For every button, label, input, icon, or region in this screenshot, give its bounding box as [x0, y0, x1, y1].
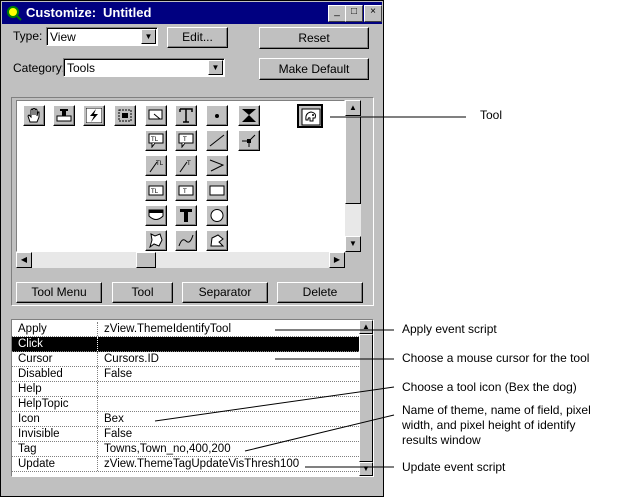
- callout-tag-line3: results window: [402, 433, 481, 447]
- callout-update: Update event script: [402, 460, 506, 474]
- callout-tag-line1: Name of theme, name of field, pixel: [402, 403, 591, 417]
- callout-icon: Choose a tool icon (Bex the dog): [402, 380, 577, 394]
- callout-tool: Tool: [480, 108, 503, 122]
- callout-cursor: Choose a mouse cursor for the tool: [402, 351, 590, 365]
- callout-apply: Apply event script: [402, 322, 497, 336]
- callout-tag-line2: width, and pixel height of identify: [402, 418, 576, 432]
